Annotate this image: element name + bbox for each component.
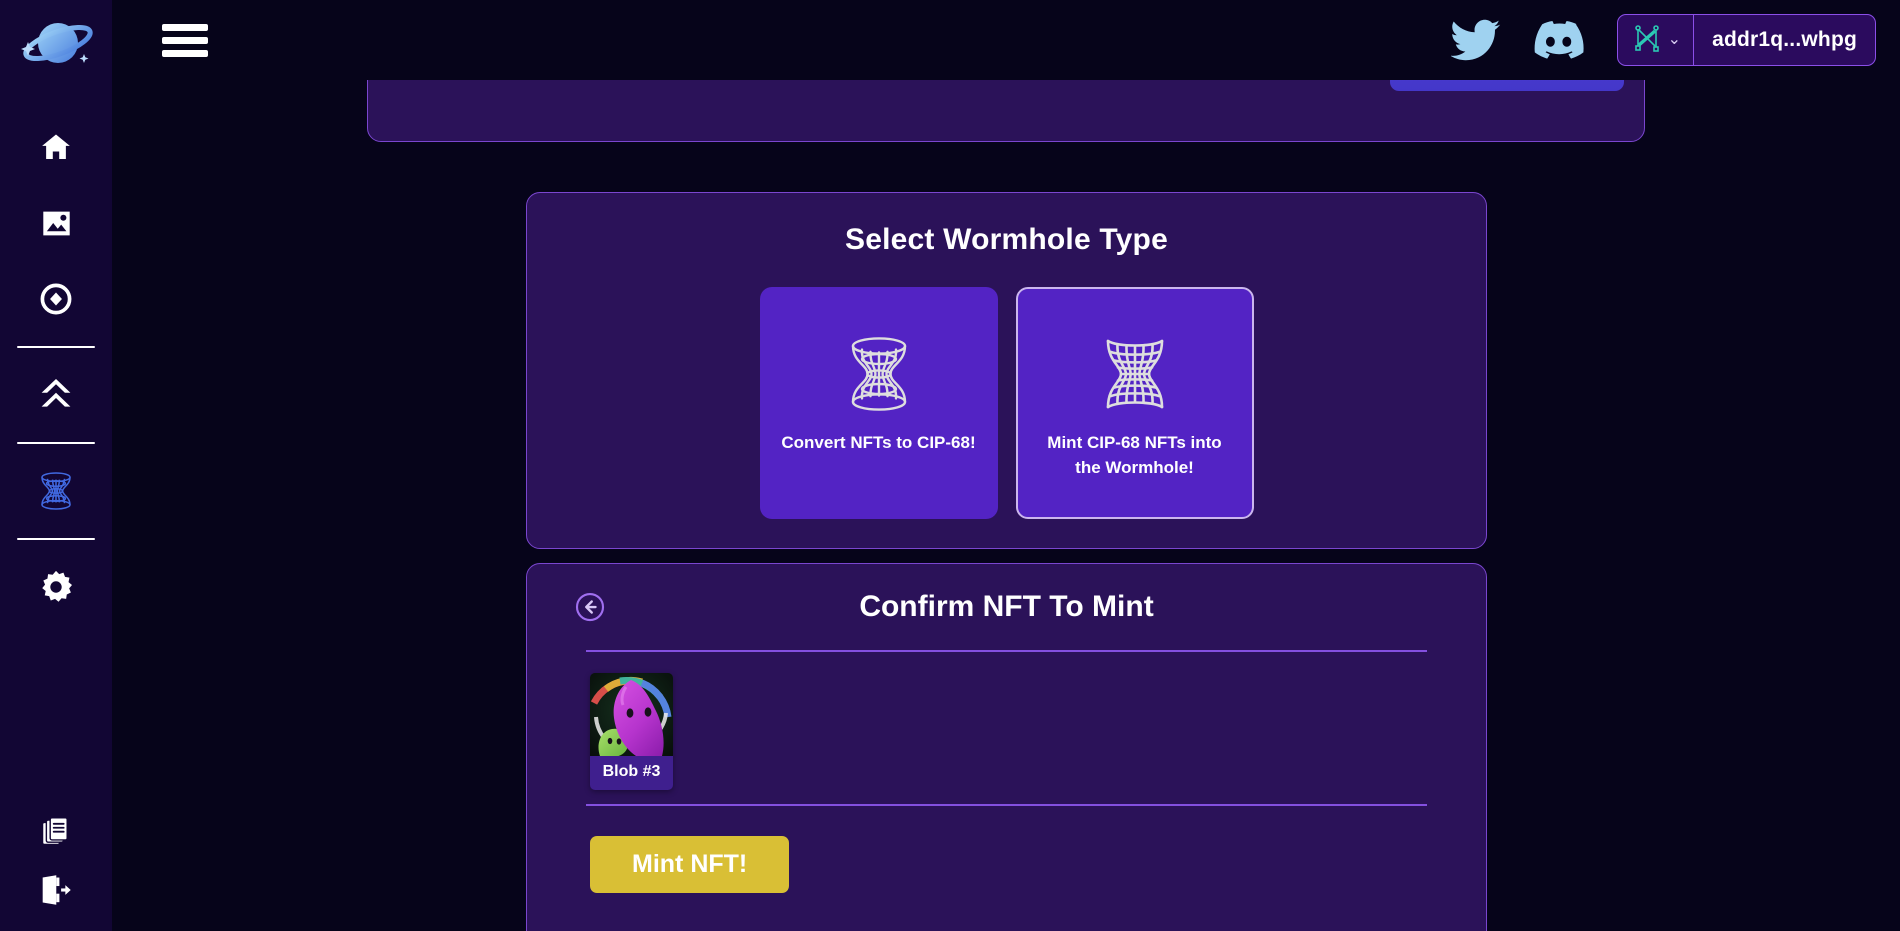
topbar-actions: ⌄ addr1q...whpg (1450, 14, 1876, 66)
wormhole-type-option-convert[interactable]: Convert NFTs to CIP-68! (759, 287, 998, 519)
wallet-selector[interactable]: ⌄ addr1q...whpg (1616, 14, 1876, 66)
sidebar-item-logout[interactable] (29, 863, 83, 917)
sidebar-item-wormhole[interactable] (29, 464, 83, 518)
sidebar-item-home[interactable] (29, 120, 83, 174)
sidebar-divider-3 (17, 538, 95, 540)
confirm-nft-panel: Confirm NFT To Mint Blob #3 Mint NFT! (526, 563, 1487, 931)
topbar: ⌄ addr1q...whpg (112, 0, 1900, 80)
panel-title: Select Wormhole Type (845, 223, 1168, 256)
purple-blob-nft-thumbnail (590, 673, 673, 756)
sidebar-bottom-nav (0, 805, 112, 917)
documents-icon (39, 815, 73, 849)
twitter-icon[interactable] (1450, 19, 1501, 61)
wallet-address[interactable]: addr1q...whpg (1694, 28, 1875, 52)
image-icon (40, 207, 73, 240)
sidebar-item-upgrade[interactable] (29, 368, 83, 422)
wallet-provider[interactable]: ⌄ (1618, 15, 1695, 65)
select-wormhole-type-panel: Select Wormhole Type Convert NFTs to CIP… (526, 192, 1487, 549)
wormhole-type-option-mint[interactable]: Mint CIP-68 NFTs into the Wormhole! (1015, 287, 1254, 519)
wormhole-type-label: Mint CIP-68 NFTs into the Wormhole! (1047, 433, 1222, 477)
mint-action-row: Mint NFT! (527, 806, 1486, 893)
sidebar-divider-2 (17, 442, 95, 444)
nft-name: Blob #3 (602, 763, 661, 780)
sidebar-divider-1 (17, 346, 95, 348)
mint-nft-button[interactable]: Mint NFT! (590, 836, 790, 893)
discord-icon[interactable] (1533, 20, 1585, 60)
app-root: ⌄ addr1q...whpg NFTs Wormhole Data Wormh… (0, 0, 1900, 931)
main-content: Select Wormhole Type Convert NFTs to CIP… (112, 140, 1900, 931)
wormhole-type-options: Convert NFTs to CIP-68! Mint CIP-68 NFTs… (527, 287, 1486, 519)
wormhole-mesh-icon (1096, 331, 1174, 417)
home-icon (39, 131, 73, 163)
double-chevron-up-icon (39, 377, 73, 413)
confirm-header: Confirm NFT To Mint (527, 564, 1486, 650)
wormhole-icon (34, 471, 78, 511)
sidebar-item-mint[interactable] (29, 272, 83, 326)
target-diamond-icon (39, 282, 73, 316)
gear-icon (37, 568, 75, 606)
sidebar-item-settings[interactable] (29, 560, 83, 614)
sidebar-item-gallery[interactable] (29, 196, 83, 250)
chevron-down-icon: ⌄ (1667, 31, 1682, 48)
nft-card[interactable]: Blob #3 (590, 673, 673, 790)
sidebar (0, 0, 112, 931)
planet-logo-icon[interactable] (12, 12, 100, 78)
sidebar-item-docs[interactable] (29, 805, 83, 859)
selected-nft-list: Blob #3 (527, 652, 1486, 804)
back-arrow-circle-icon[interactable] (575, 592, 605, 622)
wormhole-type-label: Convert NFTs to CIP-68! (781, 433, 976, 452)
logout-icon (39, 874, 73, 906)
hamburger-menu-icon[interactable] (162, 21, 208, 59)
sidebar-nav (17, 98, 95, 614)
wormhole-hyperboloid-icon (837, 331, 921, 417)
nami-wallet-icon (1632, 22, 1662, 59)
confirm-panel-title: Confirm NFT To Mint (859, 590, 1154, 623)
